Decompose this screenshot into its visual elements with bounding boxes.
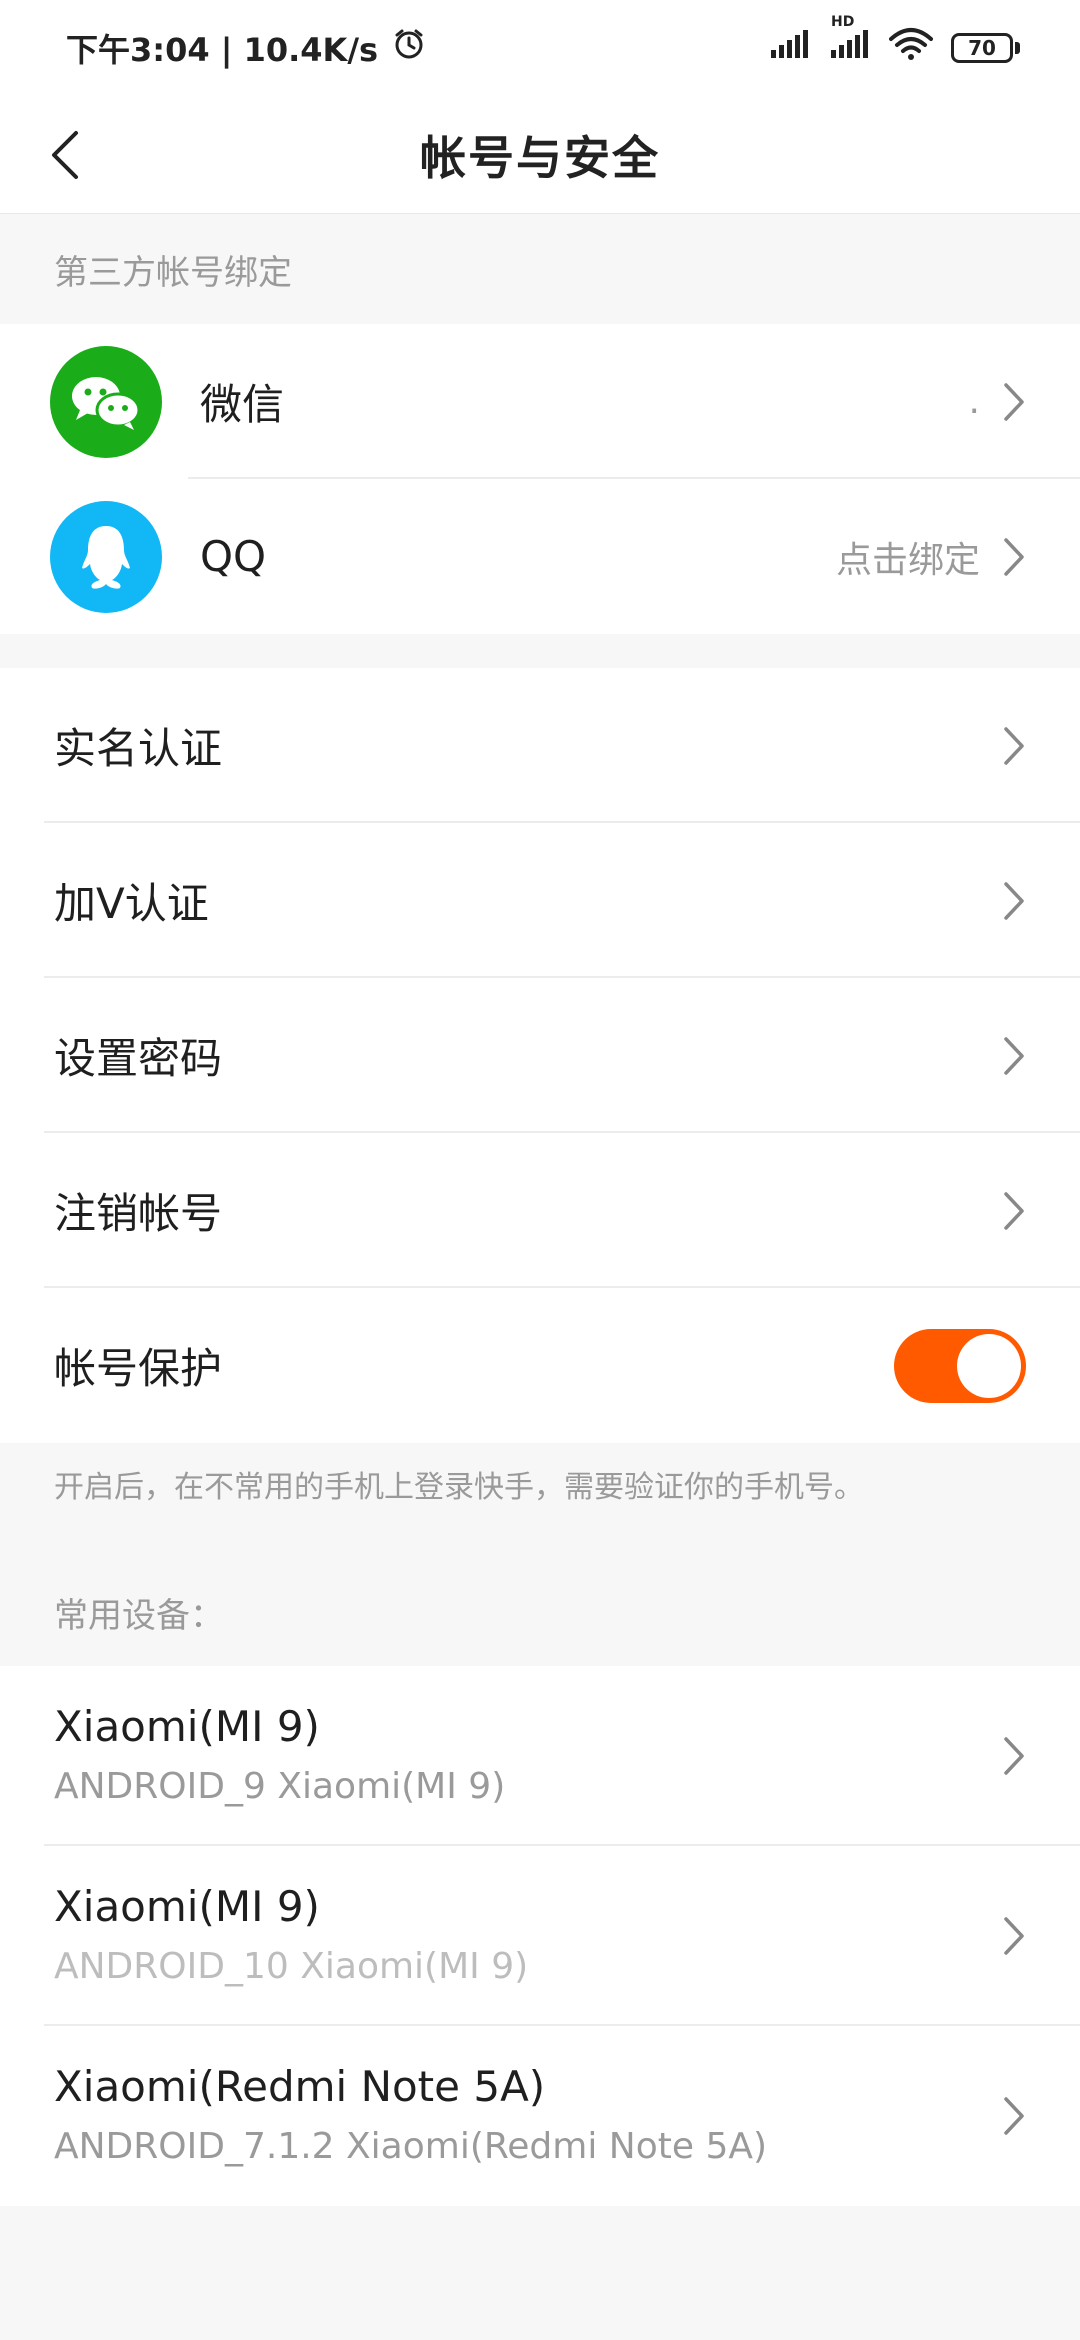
chevron-right-icon (1002, 722, 1030, 770)
device-name: Xiaomi(MI 9) (54, 1882, 320, 1931)
chevron-right-icon (1002, 1732, 1030, 1780)
third-party-card: 微信 . QQ 点击绑定 (0, 324, 1080, 634)
account-protection-label: 帐号保护 (54, 1344, 223, 1393)
status-time-speed: 下午3:04 | 10.4K/s (66, 31, 379, 69)
device-name: Xiaomi(Redmi Note 5A) (54, 2062, 546, 2111)
device-detail: ANDROID_7.1.2 Xiaomi(Redmi Note 5A) (54, 2126, 768, 2167)
v-verification-right (1002, 823, 1030, 978)
alarm-icon (392, 27, 426, 69)
status-right: HD 70 (769, 14, 1020, 69)
battery-tip (1015, 42, 1020, 54)
wechat-right: . (969, 324, 1030, 479)
security-card: 实名认证 加V认证 设置密码 注销帐号 帐号保护 (0, 668, 1080, 1443)
chevron-right-icon (1002, 2092, 1030, 2140)
real-name-row[interactable]: 实名认证 (0, 668, 1080, 823)
device-right (1002, 1666, 1030, 1846)
status-left: 下午3:04 | 10.4K/s (66, 25, 426, 71)
chevron-right-icon (1002, 378, 1030, 426)
account-protection-row: 帐号保护 (0, 1288, 1080, 1443)
device-right (1002, 2026, 1030, 2206)
set-password-label: 设置密码 (54, 1034, 223, 1083)
chevron-right-icon (1002, 1032, 1030, 1080)
toggle-knob (957, 1333, 1021, 1398)
cancel-account-label: 注销帐号 (54, 1189, 223, 1238)
status-bar: 下午3:04 | 10.4K/s HD 70 (0, 0, 1080, 96)
device-row[interactable]: Xiaomi(MI 9) ANDROID_10 Xiaomi(MI 9) (0, 1846, 1080, 2026)
account-protection-toggle[interactable] (894, 1328, 1026, 1403)
chevron-right-icon (1002, 1187, 1030, 1235)
qq-row[interactable]: QQ 点击绑定 (0, 479, 1080, 634)
v-verification-label: 加V认证 (54, 879, 209, 928)
wechat-label: 微信 (200, 380, 285, 429)
device-detail: ANDROID_10 Xiaomi(MI 9) (54, 1946, 529, 1987)
signal-icon (769, 28, 811, 68)
cancel-account-right (1002, 1133, 1030, 1288)
wechat-row[interactable]: 微信 . (0, 324, 1080, 479)
battery-level: 70 (951, 33, 1013, 63)
hd-label: HD (831, 14, 855, 30)
device-name: Xiaomi(MI 9) (54, 1702, 320, 1751)
real-name-right (1002, 668, 1030, 823)
wechat-icon (50, 345, 162, 458)
account-protection-right (894, 1288, 1026, 1443)
battery-icon: 70 (951, 33, 1020, 63)
qq-right: 点击绑定 (836, 479, 1030, 634)
real-name-label: 实名认证 (54, 724, 223, 773)
devices-section-header: 常用设备： (54, 1595, 224, 1636)
page-title: 帐号与安全 (420, 131, 660, 185)
qq-bind-value: 点击绑定 (835, 539, 980, 581)
qq-label: QQ (200, 532, 267, 581)
set-password-right (1002, 978, 1030, 1133)
devices-card: Xiaomi(MI 9) ANDROID_9 Xiaomi(MI 9) Xiao… (0, 1666, 1080, 2206)
chevron-right-icon (1002, 533, 1030, 581)
navigation-bar: 帐号与安全 (0, 96, 1080, 214)
set-password-row[interactable]: 设置密码 (0, 978, 1080, 1133)
chevron-right-icon (1002, 1912, 1030, 1960)
device-row[interactable]: Xiaomi(Redmi Note 5A) ANDROID_7.1.2 Xiao… (0, 2026, 1080, 2206)
cancel-account-row[interactable]: 注销帐号 (0, 1133, 1080, 1288)
wifi-icon (889, 27, 933, 69)
hd-signal-icon: HD (829, 14, 871, 68)
wechat-value: . (968, 381, 980, 422)
device-row[interactable]: Xiaomi(MI 9) ANDROID_9 Xiaomi(MI 9) (0, 1666, 1080, 1846)
qq-icon (50, 500, 162, 613)
device-right (1002, 1846, 1030, 2026)
v-verification-row[interactable]: 加V认证 (0, 823, 1080, 978)
third-party-section-header: 第三方帐号绑定 (54, 252, 292, 293)
protection-hint: 开启后，在不常用的手机上登录快手，需要验证你的手机号。 (54, 1470, 864, 1505)
device-detail: ANDROID_9 Xiaomi(MI 9) (54, 1766, 506, 1807)
chevron-right-icon (1002, 877, 1030, 925)
